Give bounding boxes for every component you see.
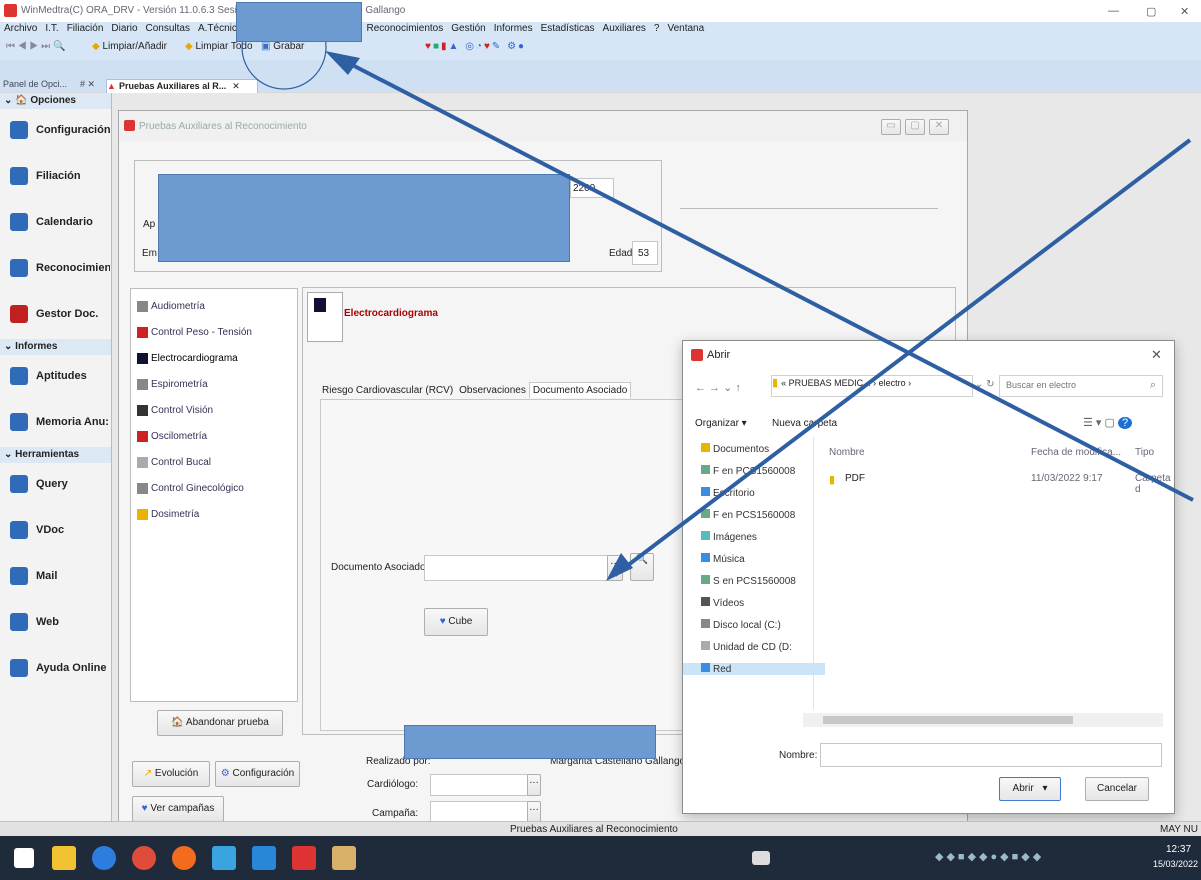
status-right: MAY NU: [1160, 824, 1198, 835]
edge-icon[interactable]: [92, 846, 116, 870]
file-explorer-icon[interactable]: [52, 846, 76, 870]
keyboard-icon[interactable]: [752, 851, 770, 865]
app-icon-2[interactable]: [252, 846, 276, 870]
annotation-arrowhead-1: [325, 51, 360, 75]
annotation-arrow-2: [613, 138, 1192, 577]
clock-time: 12:37: [1166, 844, 1192, 855]
annotation-overlay: [241, 4, 1194, 581]
windows-start-icon[interactable]: [14, 848, 34, 868]
redacted-user-name: [236, 2, 362, 42]
annotation-arrowhead-2: [606, 553, 633, 581]
winmedtra-icon[interactable]: [292, 846, 316, 870]
chrome-icon[interactable]: [132, 846, 156, 870]
tray-icons[interactable]: ◆◆■◆◆●◆■◆◆: [935, 850, 1044, 863]
app-icon-1[interactable]: [212, 846, 236, 870]
taskbar: ◆◆■◆◆●◆■◆◆ 12:37 15/03/2022: [0, 836, 1201, 880]
app-icon-3[interactable]: [332, 846, 356, 870]
status-bar: Pruebas Auxiliares al Reconocimiento MAY…: [0, 821, 1201, 837]
clock-date: 15/03/2022: [1153, 859, 1199, 869]
status-center: Pruebas Auxiliares al Reconocimiento: [510, 824, 678, 835]
firefox-icon[interactable]: [172, 846, 196, 870]
annotation-arrow-1: [334, 54, 1194, 502]
